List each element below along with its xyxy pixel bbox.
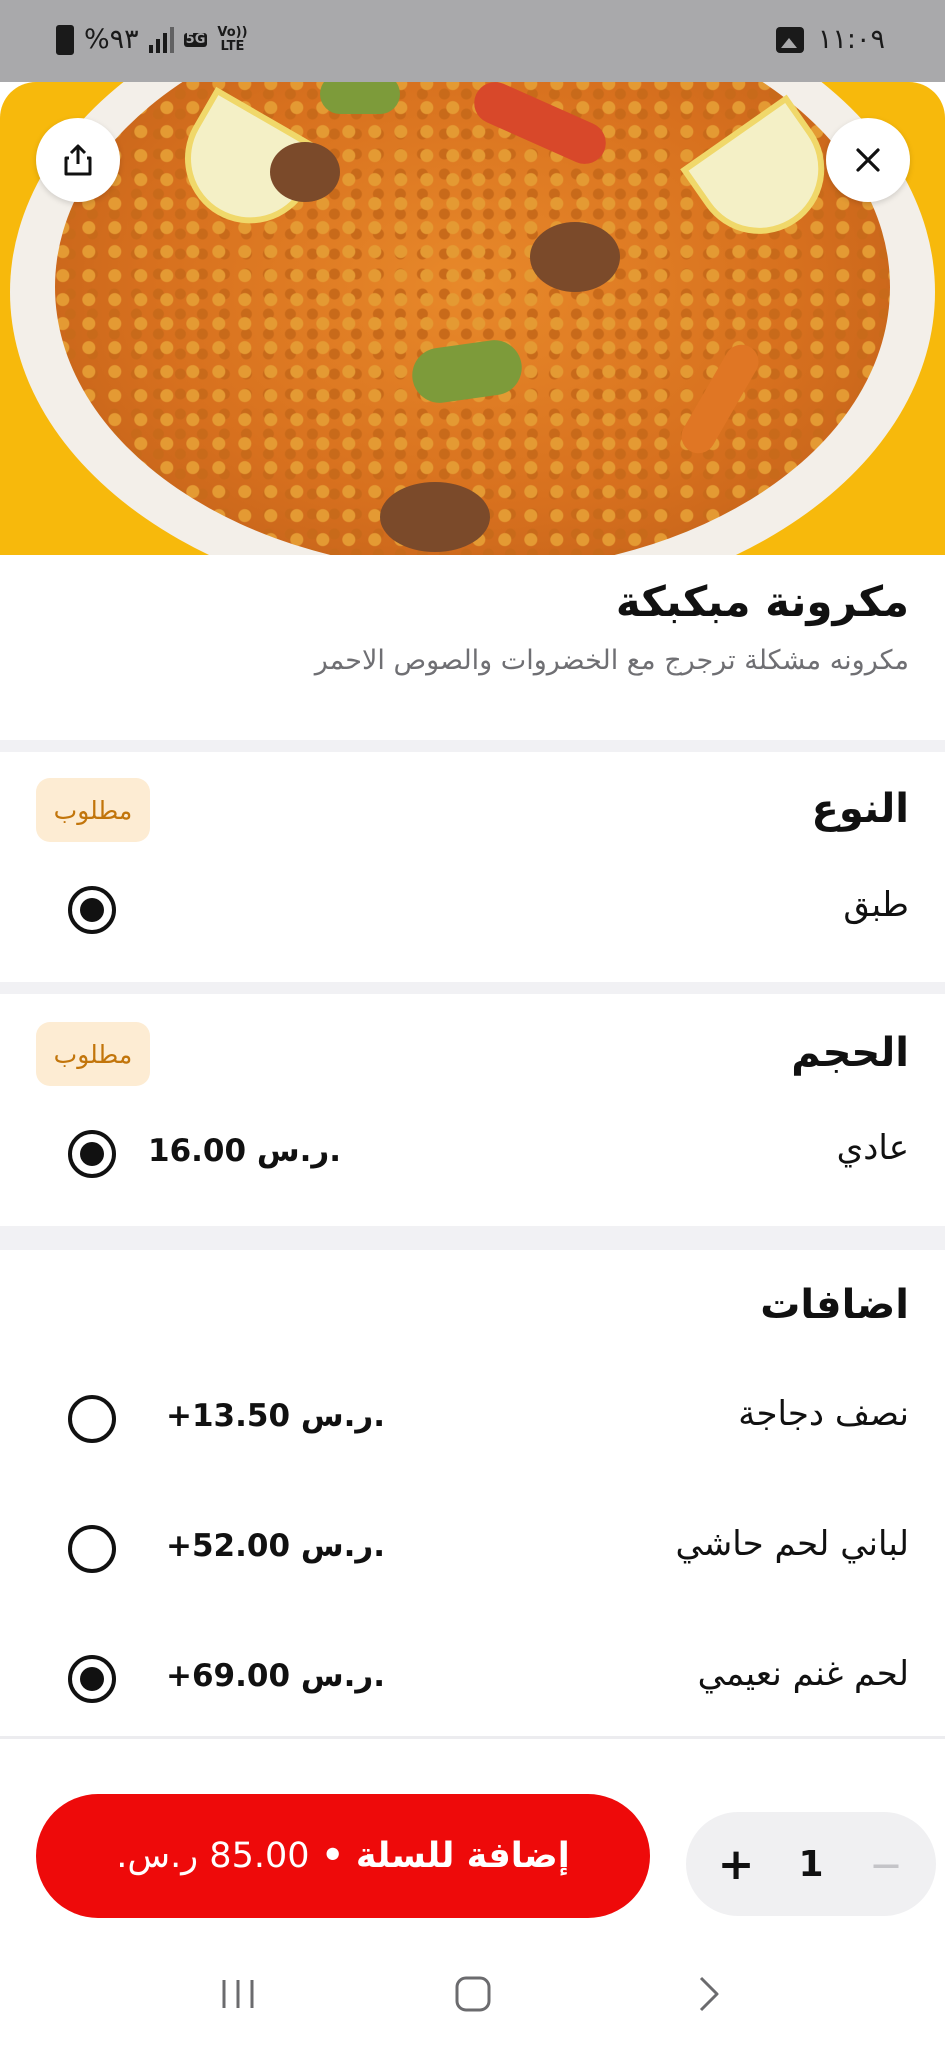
size-option-label: عادي — [836, 1128, 909, 1168]
meat-piece — [380, 482, 490, 552]
back-icon — [699, 1976, 718, 2012]
type-section-title: النوع — [811, 786, 909, 832]
network-type: 5G — [183, 31, 208, 47]
zucchini-slice — [320, 82, 400, 114]
share-icon — [64, 144, 92, 176]
close-button[interactable] — [826, 118, 910, 202]
required-badge: مطلوب — [36, 778, 150, 842]
product-title: مكرونة مبكبكة — [615, 577, 909, 626]
signal-icon — [148, 26, 174, 53]
home-button[interactable] — [443, 1964, 503, 2024]
add-to-cart-total: 85.00 ر.س. — [116, 1836, 310, 1876]
section-divider — [0, 740, 945, 752]
addon-price: +69.00 ر.س. — [166, 1658, 386, 1694]
network-5g: 5G — [183, 31, 208, 47]
status-bar: %٩٣ 5G Vo)) LTE ١١:٠٩ — [0, 0, 945, 82]
addon-label: لحم غنم نعيمي — [697, 1654, 909, 1694]
increment-button[interactable]: + — [712, 1839, 760, 1890]
volte-label: Vo)) — [217, 24, 248, 40]
addon-radio[interactable] — [68, 1655, 116, 1703]
addon-radio[interactable] — [68, 1395, 116, 1443]
bottom-bar-separator — [0, 1736, 945, 1739]
meat-piece — [530, 222, 620, 292]
volte-indicator: Vo)) LTE — [217, 24, 248, 54]
addon-radio[interactable] — [68, 1525, 116, 1573]
quantity-stepper: + 1 — — [686, 1812, 936, 1916]
status-left: %٩٣ 5G Vo)) LTE — [56, 24, 248, 55]
back-button[interactable] — [678, 1964, 738, 2024]
quantity-value: 1 — [798, 1843, 824, 1885]
clock: ١١:٠٩ — [817, 24, 885, 55]
lte-label: LTE — [220, 38, 245, 54]
addon-price: +13.50 ر.س. — [166, 1398, 386, 1434]
addons-section-title: اضافات — [760, 1282, 909, 1328]
add-to-cart-label: إضافة للسلة — [355, 1836, 570, 1876]
battery-icon — [56, 24, 74, 55]
addon-label: لباني لحم حاشي — [675, 1524, 909, 1564]
type-option-radio[interactable] — [68, 886, 116, 934]
close-icon — [856, 148, 880, 172]
addon-label: نصف دجاجة — [738, 1394, 909, 1434]
add-to-cart-separator: • — [321, 1836, 344, 1876]
size-option-radio[interactable] — [68, 1130, 116, 1178]
add-to-cart-button[interactable]: إضافة للسلة • 85.00 ر.س. — [36, 1794, 650, 1918]
size-section-title: الحجم — [791, 1030, 909, 1076]
addon-price: +52.00 ر.س. — [166, 1528, 386, 1564]
required-badge: مطلوب — [36, 1022, 150, 1086]
system-nav-bar — [0, 1940, 945, 2048]
gallery-notification-icon — [775, 26, 804, 53]
status-right: ١١:٠٩ — [775, 24, 885, 55]
product-image — [0, 82, 945, 555]
size-option-price: 16.00 ر.س. — [148, 1133, 342, 1169]
type-option-label: طبق — [843, 885, 909, 925]
home-icon — [455, 1976, 490, 2012]
recents-button[interactable] — [208, 1964, 268, 2024]
share-button[interactable] — [36, 118, 120, 202]
product-description: مكرونه مشكلة ترجرج مع الخضروات والصوص ال… — [314, 645, 909, 676]
battery-level: %٩٣ — [84, 24, 139, 55]
decrement-button[interactable]: — — [862, 1840, 910, 1888]
section-divider — [0, 1226, 945, 1250]
meat-piece — [270, 142, 340, 202]
section-divider — [0, 982, 945, 994]
recents-icon — [222, 1980, 253, 2008]
